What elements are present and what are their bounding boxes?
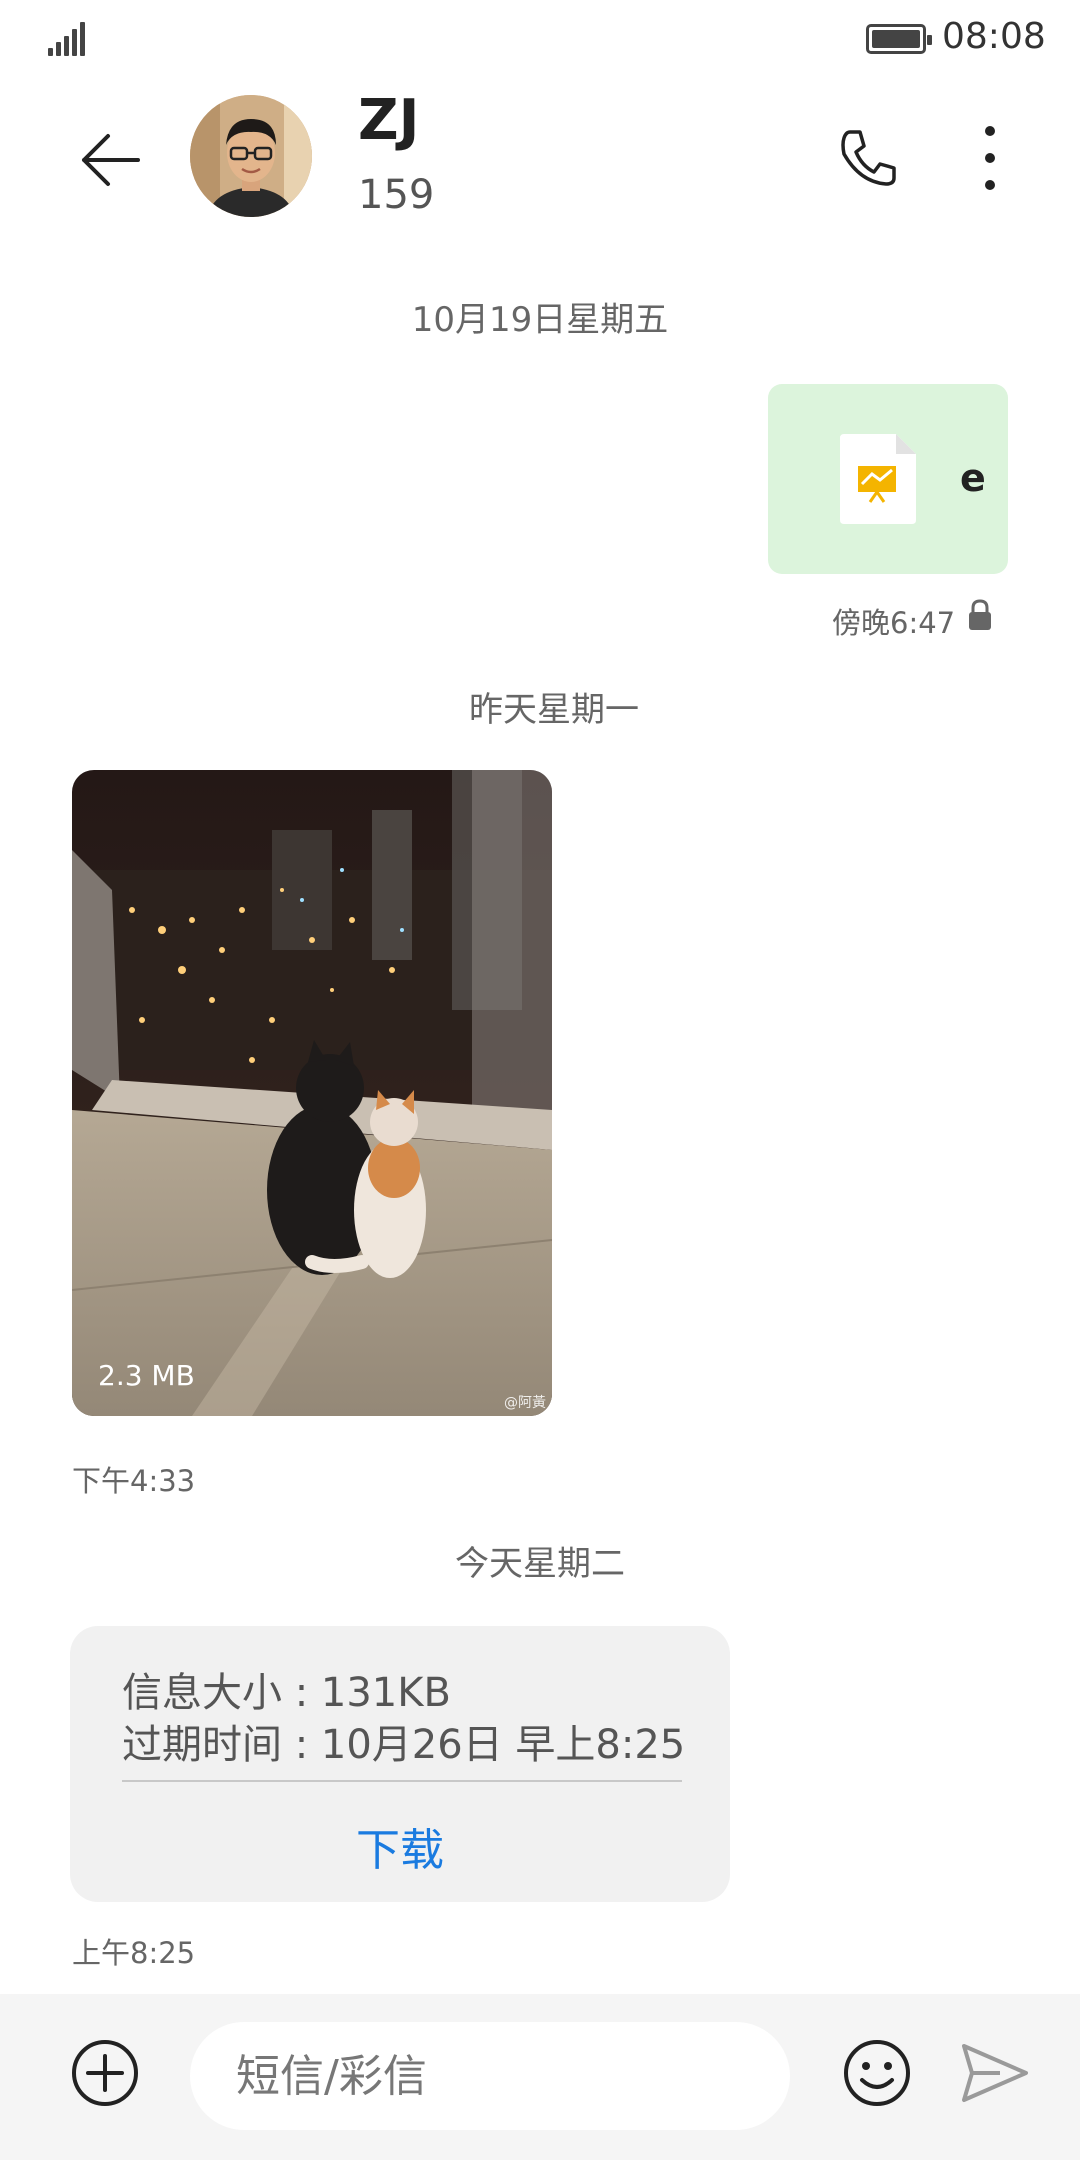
contact-number: 159 xyxy=(358,172,435,218)
signal-icon xyxy=(48,22,85,56)
sent-message-time: 傍晚6:47 xyxy=(832,606,956,640)
emoji-button[interactable] xyxy=(842,2038,912,2108)
contact-name[interactable]: ZJ xyxy=(358,88,419,153)
conversation-header: ZJ 159 xyxy=(0,80,1080,250)
mms-size-text: 信息大小 : 131KB xyxy=(122,1670,451,1716)
date-separator: 今天星期二 xyxy=(455,1544,625,1584)
mms-divider xyxy=(122,1780,682,1782)
mms-time: 上午8:25 xyxy=(72,1936,196,1970)
message-input-container[interactable] xyxy=(190,2022,790,2130)
presentation-file-icon xyxy=(840,434,916,524)
date-separator: 10月19日星期五 xyxy=(411,300,669,340)
received-image-message[interactable]: 2.3 MB @阿黃 xyxy=(72,770,552,1416)
status-bar: 08:08 xyxy=(0,0,1080,80)
mms-download-button[interactable]: 下载 xyxy=(70,1814,730,1878)
cats-night-city-photo xyxy=(72,770,552,1416)
image-file-size: 2.3 MB xyxy=(98,1359,195,1392)
sent-message-bubble[interactable]: e xyxy=(768,384,1008,574)
conversation-screen: 08:08 ZJ 159 10月19日星期五 e 傍晚6:47 昨天星期一 2.… xyxy=(0,0,1080,2160)
call-button[interactable] xyxy=(828,118,908,198)
date-separator: 昨天星期一 xyxy=(469,690,639,730)
phone-icon xyxy=(841,130,896,186)
add-attachment-button[interactable] xyxy=(70,2038,140,2108)
battery-icon xyxy=(866,24,932,54)
mms-expiry-text: 过期时间 : 10月26日 早上8:25 xyxy=(122,1722,686,1768)
back-button[interactable] xyxy=(70,120,150,200)
more-options-button[interactable] xyxy=(950,118,1030,198)
status-time: 08:08 xyxy=(942,16,1046,57)
message-composer xyxy=(0,1994,1080,2160)
back-arrow-icon xyxy=(82,134,140,186)
send-button[interactable] xyxy=(960,2040,1030,2106)
received-image-time: 下午4:33 xyxy=(72,1464,196,1498)
mms-download-bubble: 信息大小 : 131KB 过期时间 : 10月26日 早上8:25 下载 xyxy=(70,1626,730,1902)
message-input[interactable] xyxy=(236,2022,756,2130)
contact-avatar[interactable] xyxy=(190,95,312,217)
more-vertical-icon xyxy=(985,126,995,190)
avatar-photo xyxy=(190,95,312,217)
sent-message-text: e xyxy=(960,456,986,500)
image-watermark: @阿黃 xyxy=(504,1395,546,1411)
lock-icon xyxy=(969,599,991,630)
